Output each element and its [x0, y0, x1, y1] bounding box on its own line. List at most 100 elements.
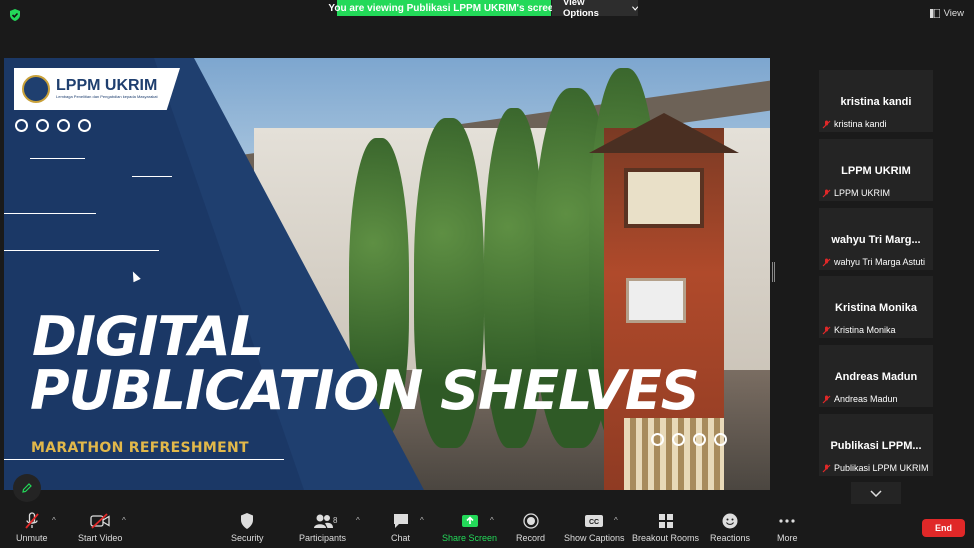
- more-dots-icon: [779, 519, 795, 523]
- participant-display-name: wahyu Tri Marg...: [831, 234, 921, 246]
- participant-display-name: Kristina Monika: [835, 302, 917, 314]
- participant-label: LPPM UKRIM: [834, 188, 891, 198]
- shield-icon: [241, 513, 254, 529]
- chat-options-caret[interactable]: ^: [420, 516, 424, 525]
- participant-tile[interactable]: kristina kandi kristina kandi: [819, 70, 933, 132]
- participant-label: Andreas Madun: [834, 394, 898, 404]
- circle-icon: [693, 433, 706, 446]
- breakout-rooms-button[interactable]: Breakout Rooms: [632, 512, 699, 543]
- emblem-icon: [22, 75, 50, 103]
- participant-tile[interactable]: Publikasi LPPM... Publikasi LPPM UKRIM: [819, 414, 933, 476]
- participant-tile[interactable]: Kristina Monika Kristina Monika: [819, 276, 933, 338]
- participant-display-name: Publikasi LPPM...: [830, 440, 922, 452]
- chevron-down-icon: [870, 489, 882, 497]
- participants-icon: [313, 514, 333, 528]
- meeting-toolbar: Unmute ^ Start Video ^ Security Particip…: [0, 506, 974, 548]
- start-video-button[interactable]: Start Video: [78, 512, 122, 543]
- circle-icon: [78, 119, 91, 132]
- mic-muted-icon: [822, 120, 831, 128]
- grid-view-icon: [929, 9, 940, 18]
- decor-line: [132, 176, 172, 177]
- logo-subtitle: Lembaga Penelitian dan Pengabdian kepada…: [56, 94, 158, 99]
- mic-muted-icon: [822, 258, 831, 266]
- start-video-label: Start Video: [78, 533, 123, 543]
- chat-label: Chat: [391, 533, 411, 543]
- participants-options-caret[interactable]: ^: [356, 516, 360, 525]
- more-label: More: [777, 533, 798, 543]
- svg-text:CC: CC: [589, 519, 599, 526]
- participant-label: wahyu Tri Marga Astuti: [834, 257, 926, 267]
- view-label: View: [943, 8, 964, 19]
- share-screen-button[interactable]: Share Screen: [442, 512, 497, 543]
- pencil-icon: [22, 483, 32, 493]
- reactions-button[interactable]: Reactions: [710, 512, 750, 543]
- view-options-label: View Options: [563, 0, 599, 19]
- view-options-dropdown[interactable]: View Options: [552, 0, 638, 19]
- mic-muted-icon: [822, 189, 831, 197]
- decor-line: [4, 213, 96, 214]
- tower-sign: [626, 278, 686, 323]
- more-button[interactable]: More: [777, 512, 798, 543]
- circle-icon: [57, 119, 70, 132]
- fence-gate: [624, 418, 724, 490]
- slide-subtitle: MARATHON REFRESHMENT: [31, 440, 249, 456]
- shield-check-icon[interactable]: [8, 8, 22, 22]
- view-button[interactable]: View: [929, 8, 964, 19]
- share-options-caret[interactable]: ^: [490, 516, 494, 525]
- chevron-down-icon: [631, 5, 638, 11]
- participant-label: kristina kandi: [834, 119, 887, 129]
- share-screen-icon: [461, 515, 478, 527]
- lppm-logo: LPPM UKRIM Lembaga Penelitian dan Pengab…: [14, 68, 180, 110]
- participants-button[interactable]: Participants: [299, 512, 346, 543]
- participant-label: Publikasi LPPM UKRIM: [834, 463, 929, 473]
- mic-muted-icon: [822, 395, 831, 403]
- circle-icon: [714, 433, 727, 446]
- decor-line: [30, 158, 85, 159]
- slide-dots-right: [651, 433, 727, 446]
- audio-options-caret[interactable]: ^: [52, 516, 56, 525]
- participant-display-name: kristina kandi: [840, 96, 912, 108]
- mic-muted-icon: [25, 512, 39, 529]
- shared-screen: LPPM UKRIM Lembaga Penelitian dan Pengab…: [4, 58, 770, 490]
- participants-count: 8: [333, 516, 338, 525]
- resize-handle[interactable]: [772, 262, 775, 282]
- tower-window: [624, 168, 704, 228]
- logo-title: LPPM UKRIM: [56, 77, 158, 94]
- decor-line: [4, 250, 159, 251]
- emoji-icon: [722, 513, 738, 529]
- slide-dots-left: [15, 119, 91, 132]
- circle-icon: [651, 433, 664, 446]
- participant-display-name: LPPM UKRIM: [841, 165, 911, 177]
- captions-options-caret[interactable]: ^: [614, 516, 618, 525]
- participant-display-name: Andreas Madun: [834, 371, 918, 383]
- slide-title-line1: DIGITAL: [32, 305, 264, 368]
- record-button[interactable]: Record: [516, 512, 545, 543]
- annotate-button[interactable]: [13, 474, 41, 502]
- unmute-label: Unmute: [16, 533, 48, 543]
- viewing-screen-banner: You are viewing Publikasi LPPM UKRIM's s…: [328, 0, 560, 16]
- end-meeting-button[interactable]: End: [922, 519, 965, 537]
- breakout-rooms-icon: [658, 514, 673, 528]
- unmute-button[interactable]: Unmute: [16, 512, 48, 543]
- mic-muted-icon: [822, 464, 831, 472]
- mic-muted-icon: [822, 326, 831, 334]
- participant-tile[interactable]: Andreas Madun Andreas Madun: [819, 345, 933, 407]
- video-options-caret[interactable]: ^: [122, 516, 126, 525]
- participants-label: Participants: [299, 533, 347, 543]
- scroll-down-button[interactable]: [851, 482, 901, 504]
- breakout-rooms-label: Breakout Rooms: [632, 533, 700, 543]
- circle-icon: [672, 433, 685, 446]
- security-button[interactable]: Security: [231, 512, 264, 543]
- decor-line: [4, 459, 284, 460]
- chat-button[interactable]: Chat: [391, 512, 410, 543]
- record-label: Record: [516, 533, 546, 543]
- participant-label: Kristina Monika: [834, 325, 896, 335]
- circle-icon: [15, 119, 28, 132]
- security-label: Security: [231, 533, 264, 543]
- show-captions-label: Show Captions: [564, 533, 625, 543]
- captions-icon: CC: [585, 515, 604, 527]
- reactions-label: Reactions: [710, 533, 751, 543]
- participant-tile[interactable]: LPPM UKRIM LPPM UKRIM: [819, 139, 933, 201]
- participant-tile[interactable]: wahyu Tri Marg... wahyu Tri Marga Astuti: [819, 208, 933, 270]
- video-off-icon: [90, 513, 110, 529]
